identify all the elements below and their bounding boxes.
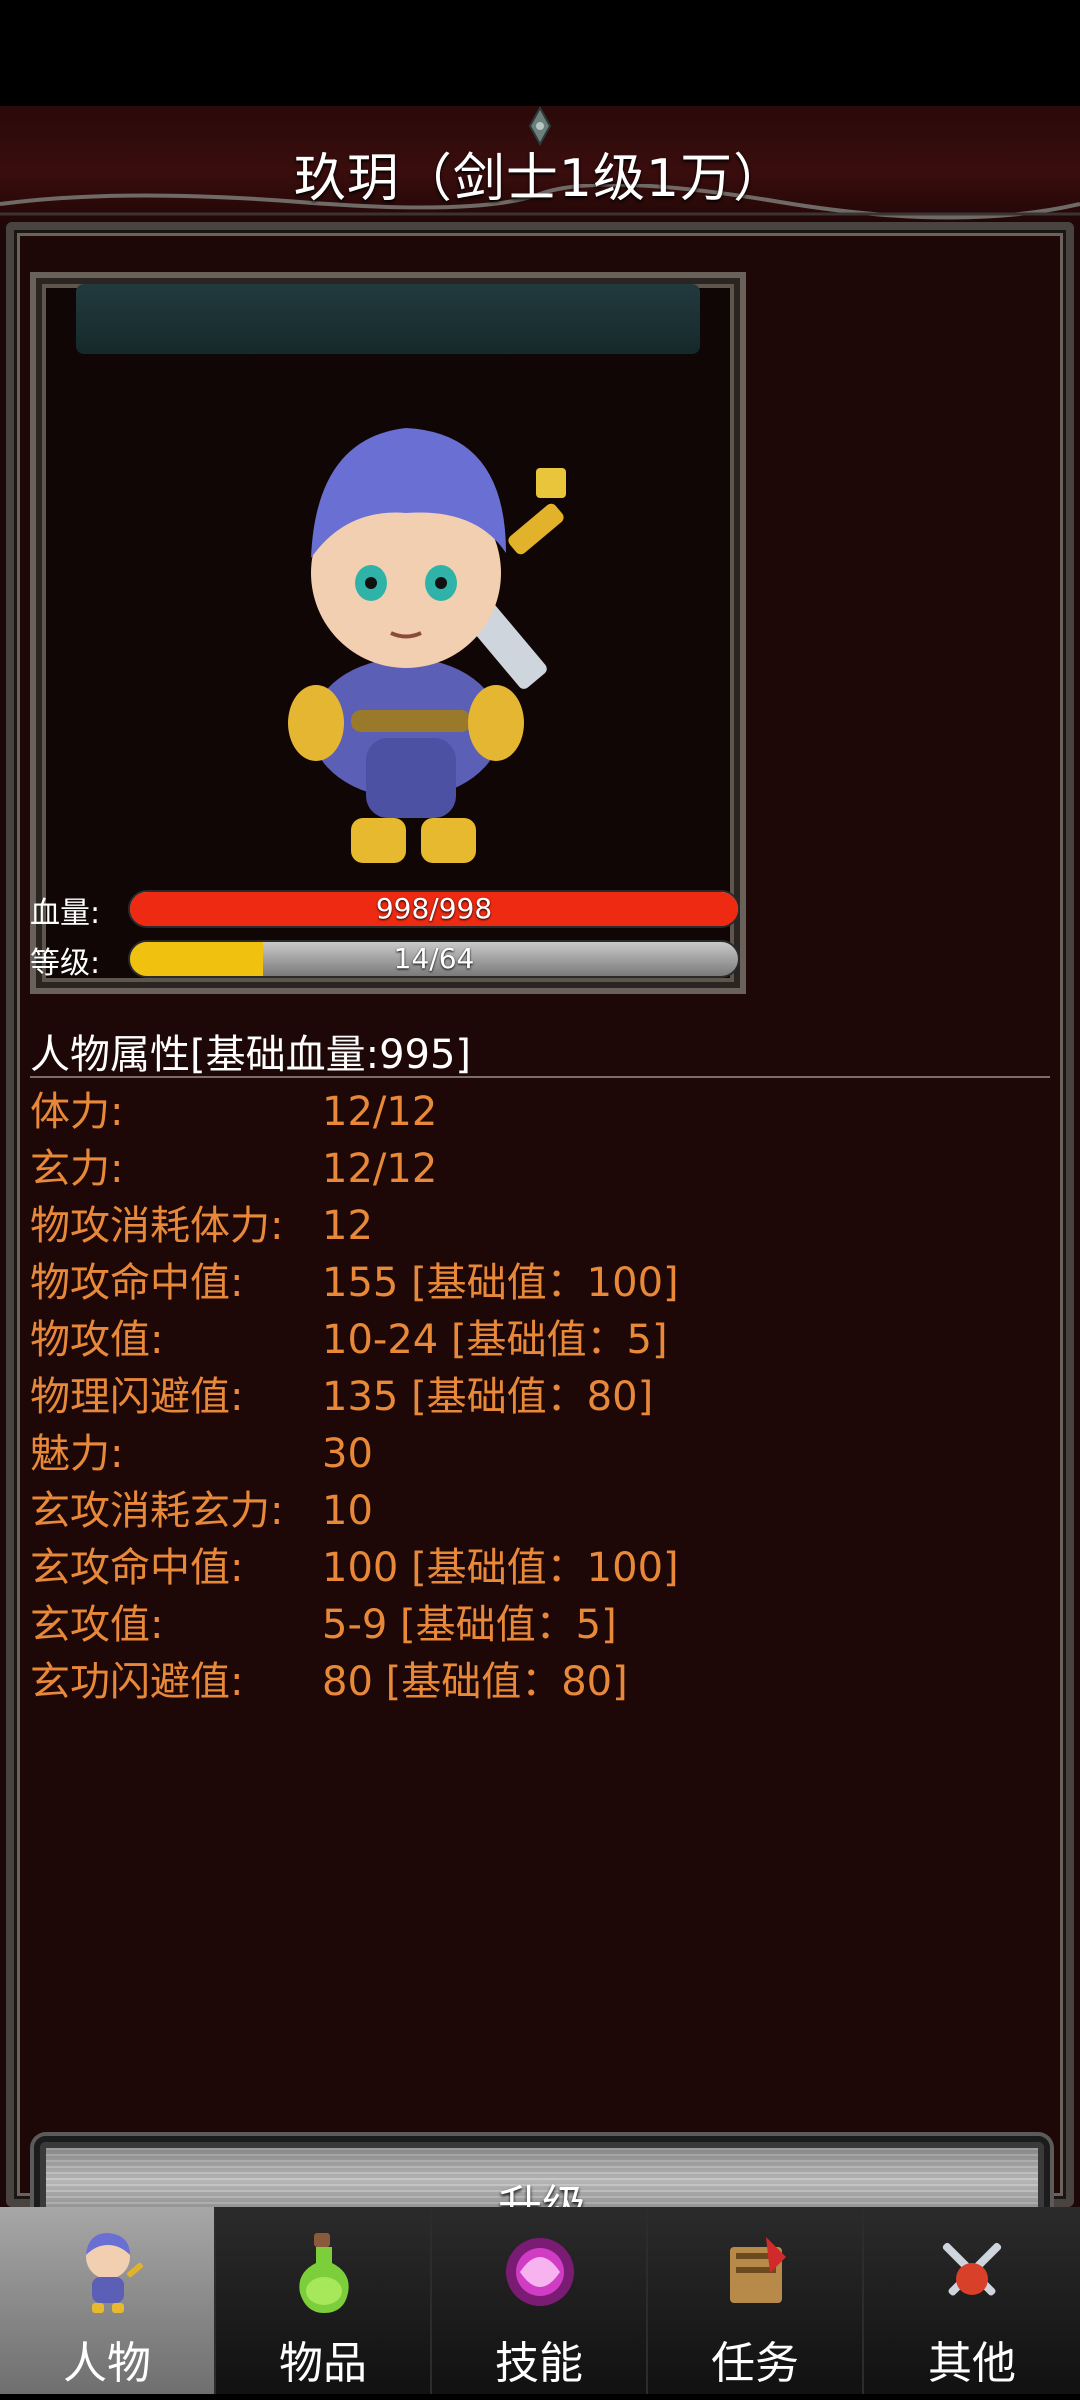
hp-bar: 998/998 [128, 890, 740, 928]
skill-orb-icon [506, 2238, 574, 2306]
level-label: 等级: [30, 946, 101, 981]
attribute-value: 5-9 [基础值：5] [322, 1602, 617, 1648]
attribute-row: 魅力: 30 [30, 1426, 1030, 1482]
level-value: 14/64 [393, 942, 475, 975]
nav-tab-skills[interactable]: 技能 [432, 2207, 648, 2400]
attribute-key: 玄力: [30, 1146, 124, 1192]
attribute-value: 80 [基础值：80] [322, 1659, 628, 1705]
attribute-row: 玄攻值: 5-9 [基础值：5] [30, 1597, 1030, 1653]
attribute-row: 物攻命中值: 155 [基础值：100] [30, 1255, 1030, 1311]
nav-label: 任务 [711, 2338, 799, 2389]
attribute-key: 玄攻值: [30, 1602, 164, 1648]
bottom-edge [0, 2394, 1080, 2400]
attribute-value: 10-24 [基础值：5] [322, 1317, 668, 1363]
attribute-row: 物攻消耗体力: 12 [30, 1198, 1030, 1254]
status-bar [0, 0, 1080, 106]
potion-icon [299, 2233, 349, 2313]
bottom-nav: 人物 物品 技能 任务 其他 [0, 2207, 1080, 2400]
attribute-key: 魅力: [30, 1431, 124, 1477]
attribute-value: 100 [基础值：100] [322, 1545, 679, 1591]
nav-tab-quests[interactable]: 任务 [648, 2207, 864, 2400]
attributes-title: 人物属性[基础血量:995] [30, 1032, 472, 1078]
nav-tab-items[interactable]: 物品 [216, 2207, 432, 2400]
attribute-row: 玄攻命中值: 100 [基础值：100] [30, 1540, 1030, 1596]
swordsman-avatar [288, 428, 566, 863]
nav-label: 人物 [63, 2338, 151, 2389]
crossed-swords-icon [942, 2242, 1002, 2296]
attribute-key: 玄攻消耗玄力: [30, 1488, 284, 1534]
attribute-value: 30 [322, 1431, 373, 1477]
nav-tab-other[interactable]: 其他 [864, 2207, 1080, 2400]
header: 玖玥（剑士1级1万） [0, 106, 1080, 226]
attribute-key: 物理闪避值: [30, 1374, 244, 1420]
attribute-row: 物理闪避值: 135 [基础值：80] [30, 1369, 1030, 1425]
quest-icon [730, 2237, 786, 2303]
attribute-value: 155 [基础值：100] [322, 1260, 679, 1306]
attribute-row: 体力: 12/12 [30, 1084, 1030, 1140]
hp-value: 998/998 [375, 892, 493, 925]
attribute-row: 玄功闪避值: 80 [基础值：80] [30, 1654, 1030, 1710]
attributes-divider [30, 1076, 1050, 1078]
attribute-value: 12/12 [322, 1089, 438, 1135]
portrait-banner [76, 284, 700, 354]
attribute-key: 体力: [30, 1089, 124, 1135]
nav-label: 其他 [928, 2338, 1016, 2389]
attribute-row: 玄力: 12/12 [30, 1141, 1030, 1197]
attribute-key: 物攻值: [30, 1317, 164, 1363]
page-title: 玖玥（剑士1级1万） [293, 149, 787, 209]
nav-label: 物品 [279, 2338, 367, 2389]
attribute-key: 物攻命中值: [30, 1260, 244, 1306]
attribute-value: 10 [322, 1488, 373, 1534]
attribute-row: 物攻值: 10-24 [基础值：5] [30, 1312, 1030, 1368]
nav-tab-character[interactable]: 人物 [0, 2207, 216, 2400]
character-screen: 玖玥（剑士1级1万） 血量: 998/998 等级: 14/64 人物属性[基础… [0, 106, 1080, 2278]
character-icon [86, 2233, 144, 2313]
hp-label: 血量: [30, 896, 101, 931]
attribute-key: 玄攻命中值: [30, 1545, 244, 1591]
attribute-value: 12/12 [322, 1146, 438, 1192]
attribute-key: 物攻消耗体力: [30, 1203, 284, 1249]
attribute-key: 玄功闪避值: [30, 1659, 244, 1705]
attribute-value: 12 [322, 1203, 373, 1249]
attribute-value: 135 [基础值：80] [322, 1374, 654, 1420]
nav-label: 技能 [495, 2338, 583, 2389]
character-portrait [30, 272, 746, 994]
attribute-row: 玄攻消耗玄力: 10 [30, 1483, 1030, 1539]
level-bar: 14/64 [128, 940, 740, 978]
